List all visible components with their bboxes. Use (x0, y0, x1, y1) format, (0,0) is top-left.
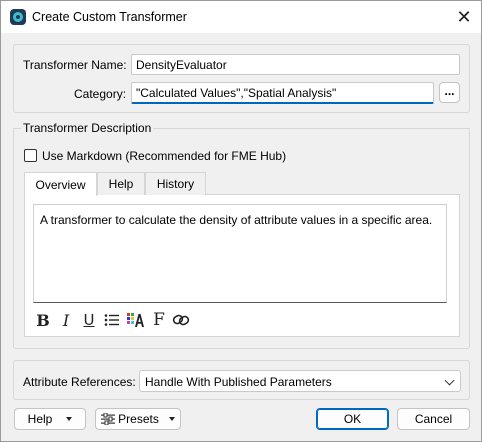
italic-icon[interactable]: I (57, 310, 75, 330)
link-icon[interactable] (172, 310, 190, 330)
presets-button-label: Presets (118, 412, 159, 426)
dialog-window: Create Custom Transformer ✕ Transformer … (0, 0, 482, 442)
presets-button[interactable]: Presets (95, 408, 181, 430)
tab-help[interactable]: Help (97, 172, 145, 195)
transformer-name-input[interactable]: DensityEvaluator (131, 54, 460, 75)
category-browse-button[interactable]: ... (439, 82, 460, 103)
description-editor[interactable]: A transformer to calculate the density o… (33, 204, 447, 303)
ok-button[interactable]: OK (316, 408, 389, 430)
category-input[interactable]: "Calculated Values","Spatial Analysis" (131, 82, 434, 104)
chevron-down-icon (444, 375, 455, 386)
help-button-label: Help (27, 412, 53, 426)
font-icon[interactable]: F (150, 310, 168, 330)
attribute-references-label: Attribute References: (23, 375, 136, 389)
underline-icon[interactable]: U (80, 310, 98, 330)
attribute-references-select[interactable]: Handle With Published Parameters (139, 370, 461, 392)
close-icon[interactable]: ✕ (447, 1, 481, 33)
text-color-icon[interactable] (126, 310, 144, 330)
dropdown-arrow-icon (168, 417, 175, 421)
dropdown-arrow-icon (66, 417, 73, 421)
window-title: Create Custom Transformer (32, 10, 187, 24)
tab-history[interactable]: History (145, 172, 206, 195)
title-bar: Create Custom Transformer ✕ (1, 1, 481, 33)
tab-overview[interactable]: Overview (24, 172, 97, 196)
description-section-label: Transformer Description (21, 121, 154, 135)
transformer-name-label: Transformer Name: (23, 58, 127, 72)
use-markdown-label[interactable]: Use Markdown (Recommended for FME Hub) (42, 149, 286, 163)
bulleted-list-icon[interactable] (103, 310, 121, 330)
category-label: Category: (74, 87, 127, 101)
use-markdown-checkbox[interactable] (24, 149, 37, 162)
help-button[interactable]: Help (14, 408, 86, 430)
cancel-button[interactable]: Cancel (397, 408, 470, 430)
bold-icon[interactable]: B (34, 310, 52, 330)
sliders-icon (101, 413, 116, 425)
attribute-references-value: Handle With Published Parameters (145, 375, 332, 389)
app-logo-icon (10, 9, 26, 25)
